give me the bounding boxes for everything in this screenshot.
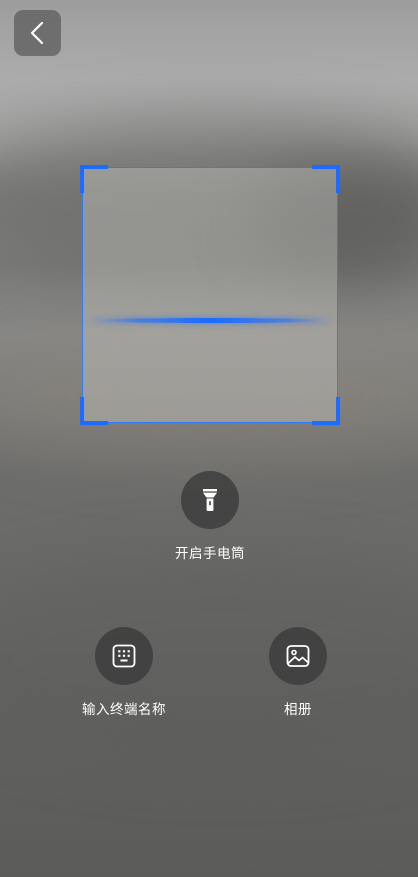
enter-terminal-name-circle[interactable] <box>95 627 153 685</box>
enter-terminal-name-label: 输入终端名称 <box>82 702 166 718</box>
flashlight-label: 开启手电筒 <box>175 546 245 562</box>
flashlight-button[interactable]: 开启手电筒 <box>140 471 280 562</box>
scan-frame-corner-bottom-left <box>80 397 108 425</box>
back-button[interactable] <box>14 10 61 56</box>
chevron-left-icon <box>30 21 43 45</box>
scan-frame-corner-bottom-right <box>312 397 340 425</box>
qr-scanner-screen: 开启手电筒 输入终端名称 相册 <box>0 0 418 877</box>
keypad-icon <box>112 644 136 668</box>
album-button[interactable]: 相册 <box>228 627 368 718</box>
enter-terminal-name-button[interactable]: 输入终端名称 <box>54 627 194 718</box>
scan-frame-corner-top-right <box>312 165 340 193</box>
gallery-icon <box>286 645 310 667</box>
scan-line <box>89 318 331 323</box>
flashlight-icon <box>203 489 217 511</box>
flashlight-button-circle[interactable] <box>181 471 239 529</box>
album-button-circle[interactable] <box>269 627 327 685</box>
scan-frame <box>80 165 340 425</box>
album-label: 相册 <box>284 702 312 718</box>
scan-frame-corner-top-left <box>80 165 108 193</box>
